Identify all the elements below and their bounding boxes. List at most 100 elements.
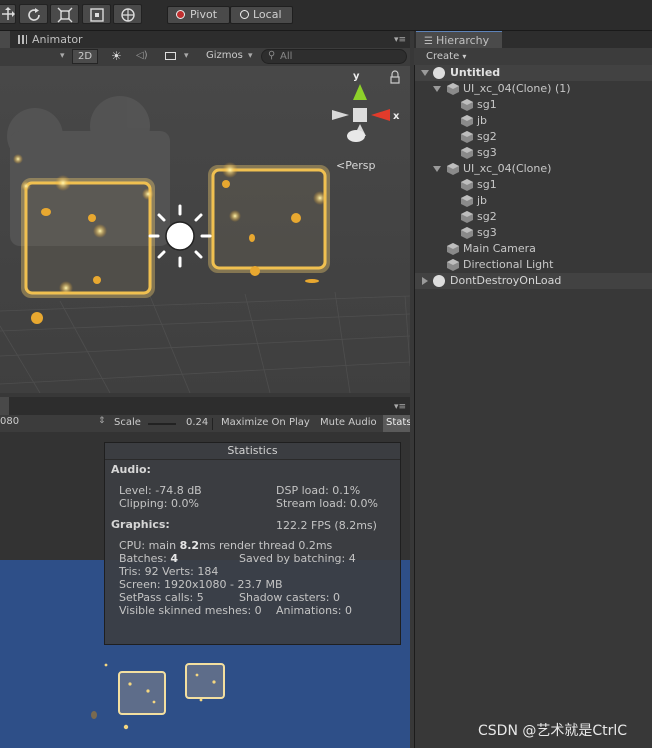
scene-row-untitled[interactable]: Untitled <box>415 65 652 81</box>
scale-label: Scale <box>114 417 141 428</box>
graphics-heading: Graphics: <box>111 518 170 531</box>
rotate-tool-button[interactable] <box>19 4 48 24</box>
create-label: Create <box>426 51 460 62</box>
rotate-icon <box>28 8 40 21</box>
game-panel-menu-icon[interactable]: ▾≡ <box>394 402 406 412</box>
hierarchy-item-sg2[interactable]: sg2 <box>415 209 652 225</box>
shading-dropdown-arrow[interactable]: ▾ <box>60 51 65 61</box>
audio-icon[interactable]: ◁) <box>136 50 148 61</box>
child-label: sg3 <box>477 226 497 239</box>
gizmos-button[interactable]: Gizmos <box>206 50 243 61</box>
scale-icon <box>57 7 73 23</box>
panel-menu-icon[interactable]: ▾≡ <box>394 35 406 45</box>
create-dropdown[interactable]: Create ▾ <box>426 51 466 62</box>
cpu-prefix: CPU: main <box>119 539 180 552</box>
tab-hierarchy[interactable]: ☰ Hierarchy <box>416 31 502 48</box>
pivot-toggle[interactable]: Pivot <box>167 6 230 24</box>
batches-readout: Batches: 4 <box>119 552 178 565</box>
audio-level: Level: -74.8 dB <box>119 484 202 497</box>
scale-tool-button[interactable] <box>50 4 79 24</box>
resolution-dropdown[interactable]: 080 <box>0 416 19 427</box>
stream-load: Stream load: 0.0% <box>276 497 378 510</box>
audio-clipping: Clipping: 0.0% <box>119 497 199 510</box>
expand-arrow-icon[interactable] <box>421 70 429 76</box>
maximize-on-play-button[interactable]: Maximize On Play <box>221 417 310 428</box>
mute-audio-button[interactable]: Mute Audio <box>320 417 377 428</box>
scene-view[interactable]: y x <Persp <box>0 66 410 393</box>
gameobject-cube-icon <box>447 243 459 255</box>
hierarchy-item-sg3[interactable]: sg3 <box>415 225 652 241</box>
scene-tab-bar: Animator ▾≡ <box>0 31 410 49</box>
hierarchy-item-directional-light[interactable]: Directional Light <box>415 257 652 273</box>
main-toolbar: Pivot Local <box>0 0 652 31</box>
transform-icon <box>121 8 135 22</box>
rect-icon <box>90 8 104 22</box>
tab-animator-label: Animator <box>32 33 83 46</box>
hierarchy-item-sg3[interactable]: sg3 <box>415 145 652 161</box>
move-tool-button[interactable] <box>0 4 16 24</box>
transform-tool-button[interactable] <box>113 4 142 24</box>
scene-row-dontdestroyonload[interactable]: DontDestroyOnLoad <box>415 273 652 289</box>
stats-label: Stats <box>386 417 410 428</box>
resolution-stepper-icon[interactable]: ⇕ <box>98 416 106 426</box>
fps-readout: 122.2 FPS (8.2ms) <box>276 519 377 532</box>
collapse-arrow-icon[interactable] <box>422 277 428 285</box>
effects-dropdown-arrow[interactable]: ▾ <box>184 51 189 61</box>
gameobject-cube-icon <box>447 83 459 95</box>
persp-icon: < <box>336 159 346 172</box>
hierarchy-item-jb[interactable]: jb <box>415 113 652 129</box>
hierarchy-item-clone-2[interactable]: UI_xc_04(Clone) <box>415 161 652 177</box>
hierarchy-item-jb[interactable]: jb <box>415 193 652 209</box>
child-label: sg1 <box>477 98 497 111</box>
child-label: sg1 <box>477 178 497 191</box>
skinned-meshes: Visible skinned meshes: 0 <box>119 604 262 617</box>
local-icon <box>240 10 249 19</box>
hierarchy-item-sg1[interactable]: sg1 <box>415 177 652 193</box>
animations-count: Animations: 0 <box>276 604 353 617</box>
axis-x-label: x <box>393 111 400 122</box>
expand-arrow-icon[interactable] <box>433 166 441 172</box>
effects-icon[interactable] <box>165 52 176 60</box>
child-label: sg3 <box>477 146 497 159</box>
scene-tab[interactable] <box>0 31 10 48</box>
persp-toggle[interactable]: <Persp <box>336 159 375 172</box>
game-tab-bar: ▾≡ <box>0 397 410 415</box>
expand-arrow-icon[interactable] <box>433 86 441 92</box>
game-tab[interactable] <box>0 397 9 415</box>
game-view[interactable]: Statistics Audio: Level: -74.8 dB Clippi… <box>0 432 410 748</box>
mode-2d-button[interactable]: 2D <box>72 49 98 64</box>
gameobject-cube-icon <box>461 211 473 223</box>
scale-value: 0.24 <box>186 417 209 428</box>
batches-value: 4 <box>170 552 178 565</box>
axis-y-label: y <box>353 71 360 82</box>
gameobject-cube-icon <box>447 163 459 175</box>
gameobject-cube-icon <box>461 147 473 159</box>
hierarchy-item-sg1[interactable]: sg1 <box>415 97 652 113</box>
local-toggle[interactable]: Local <box>230 6 293 24</box>
hierarchy-item-main-camera[interactable]: Main Camera <box>415 241 652 257</box>
scene-search-input[interactable]: ⚲ All <box>261 49 407 64</box>
main-camera-label: Main Camera <box>463 242 536 255</box>
scene-canvas <box>0 66 410 393</box>
hierarchy-item-clone-1[interactable]: UI_xc_04(Clone) (1) <box>415 81 652 97</box>
audio-heading: Audio: <box>111 463 151 476</box>
local-label: Local <box>253 8 282 21</box>
pivot-icon <box>176 10 185 19</box>
stats-button[interactable]: Stats <box>383 415 410 432</box>
animator-icon <box>18 35 27 44</box>
gameobject-cube-icon <box>461 131 473 143</box>
rect-tool-button[interactable] <box>82 4 111 24</box>
gizmos-dropdown-arrow[interactable]: ▾ <box>248 51 253 61</box>
gameobject-cube-icon <box>461 195 473 207</box>
tab-animator[interactable]: Animator <box>18 31 83 48</box>
persp-label: Persp <box>345 159 376 172</box>
statistics-panel: Statistics Audio: Level: -74.8 dB Clippi… <box>104 442 401 645</box>
gameobject-cube-icon <box>461 179 473 191</box>
lighting-icon[interactable]: ☀ <box>111 49 122 63</box>
scale-slider[interactable] <box>148 423 176 425</box>
hierarchy-item-sg2[interactable]: sg2 <box>415 129 652 145</box>
hierarchy-panel: Untitled UI_xc_04(Clone) (1) sg1 jb sg2 … <box>414 65 652 748</box>
shadow-casters: Shadow casters: 0 <box>239 591 340 604</box>
hierarchy-icon: ☰ <box>424 36 433 47</box>
clone-2-name: UI_xc_04(Clone) <box>463 162 552 175</box>
